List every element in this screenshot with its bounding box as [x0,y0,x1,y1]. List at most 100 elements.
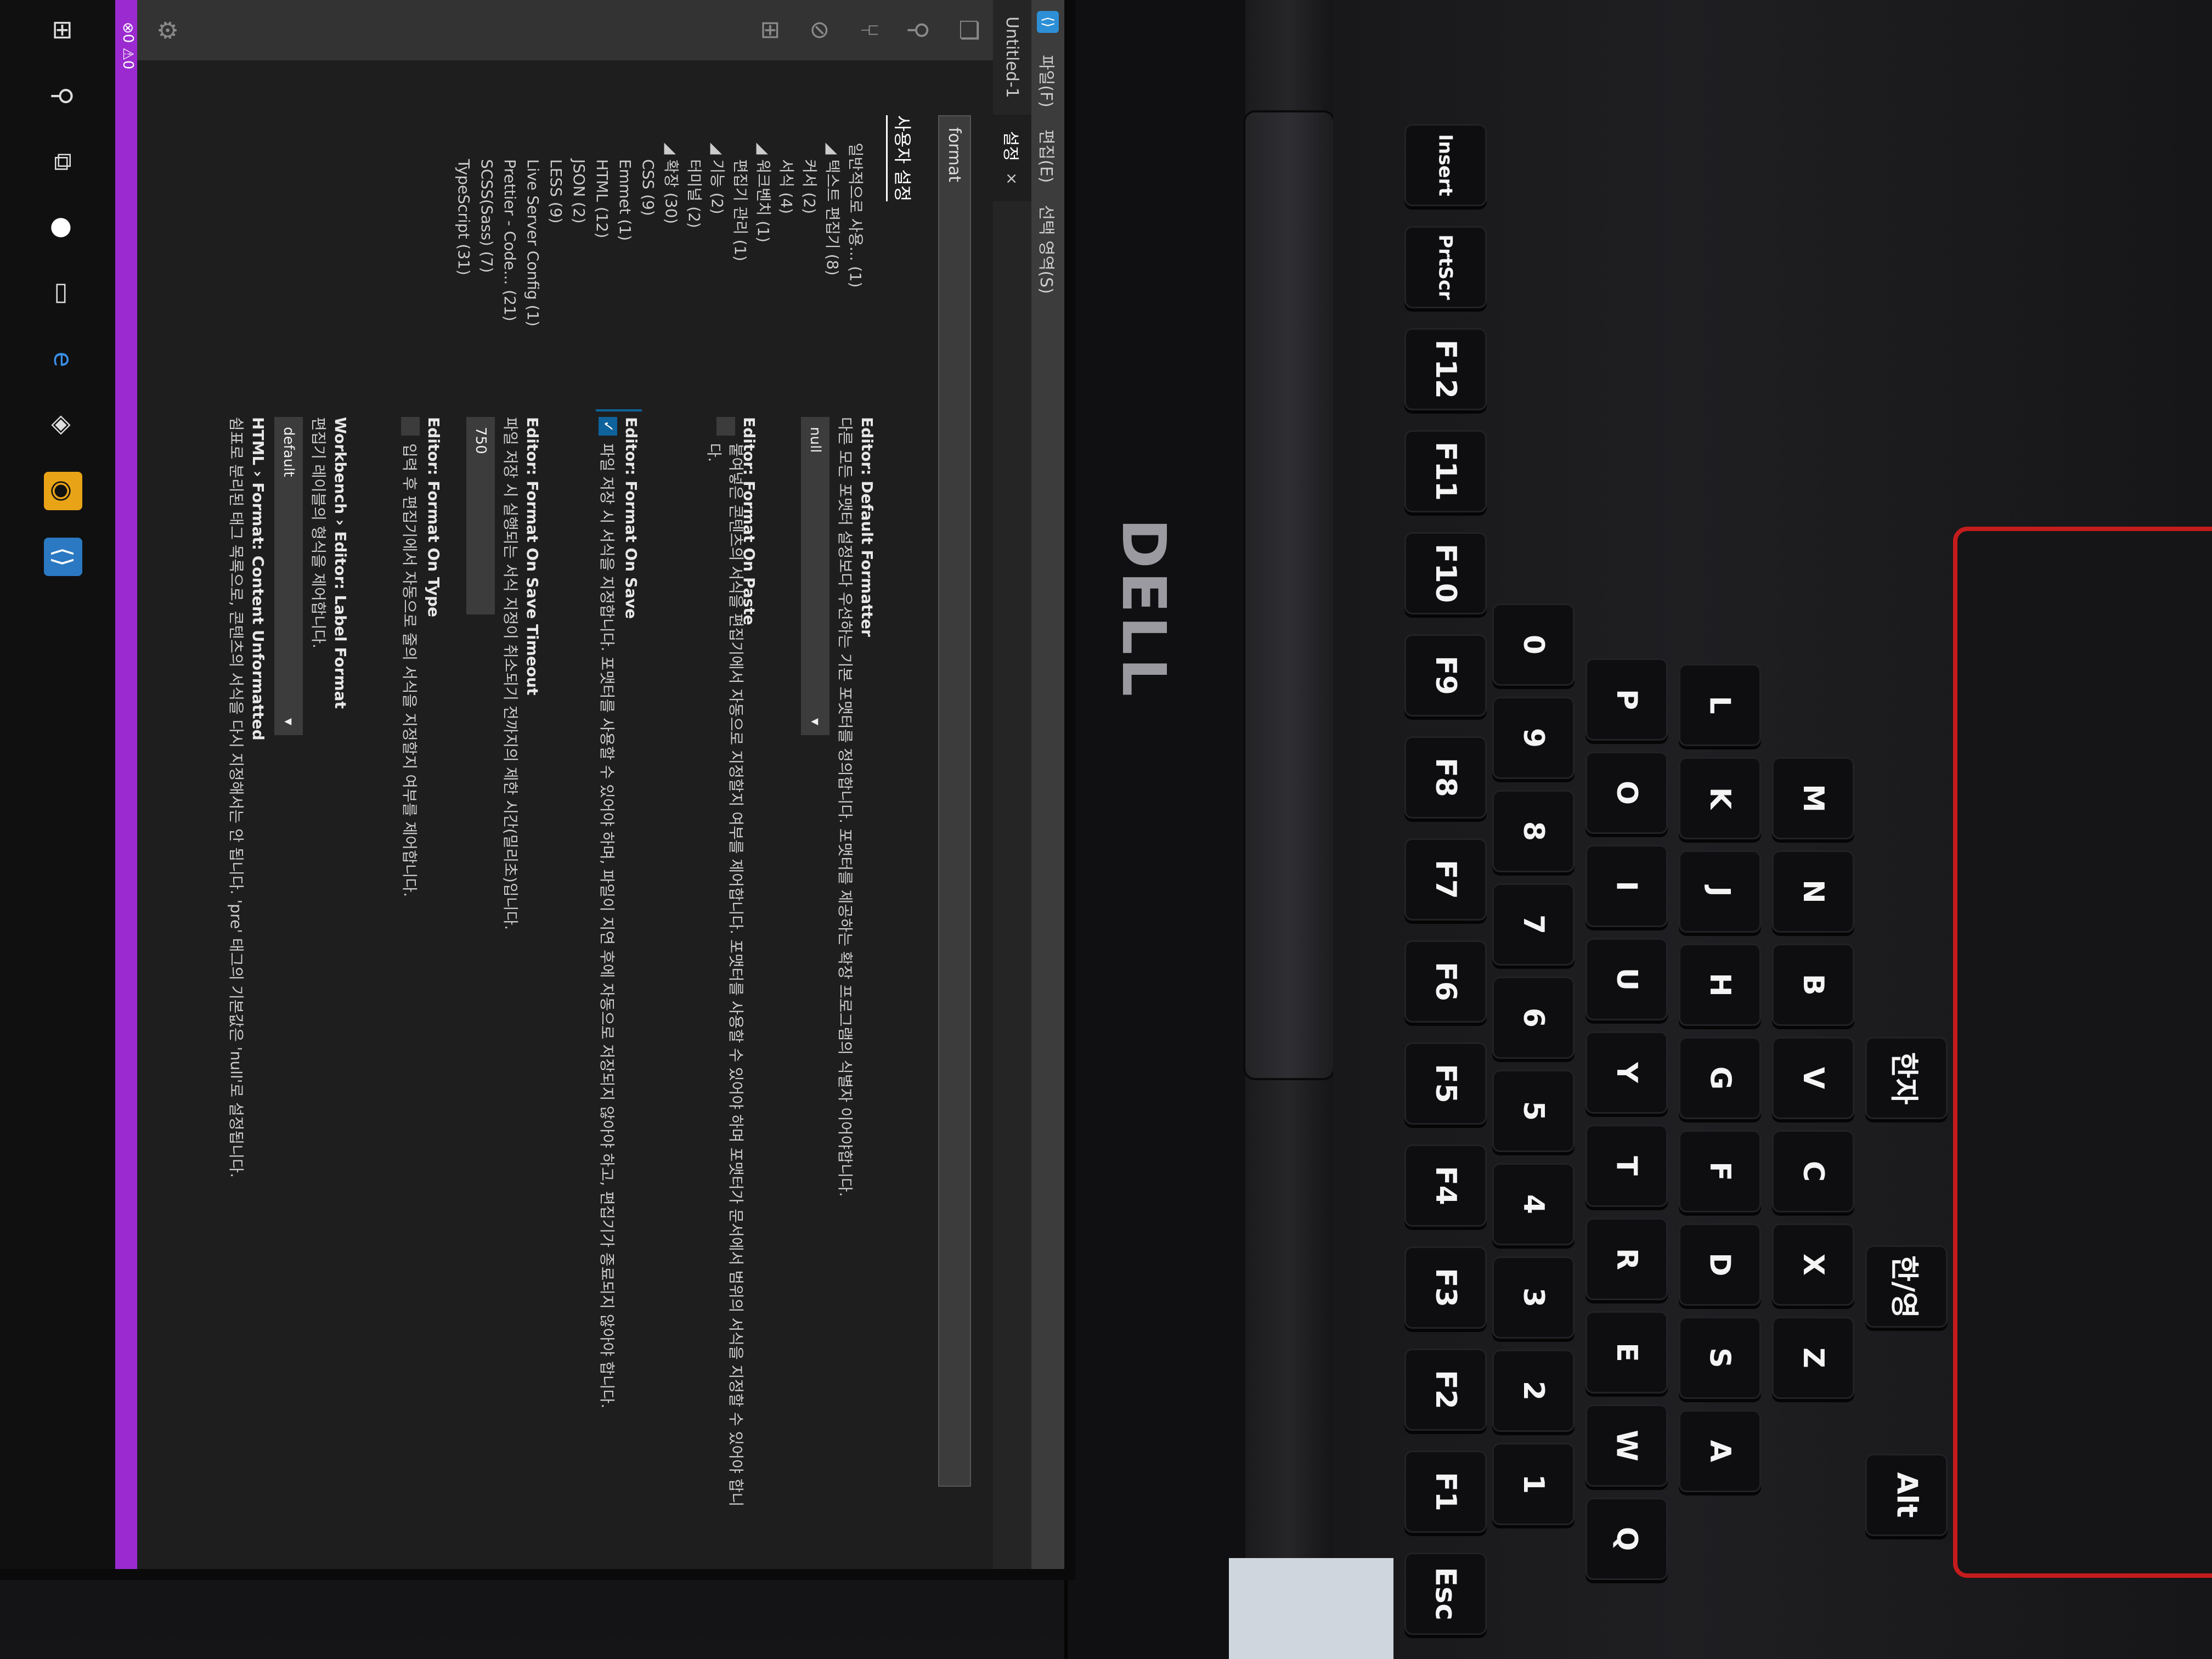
menu-file[interactable]: 파일(F) [1036,55,1060,108]
keyboard-key: Q [1585,1498,1668,1580]
key-label: J [1703,886,1736,897]
keyboard-key: T [1585,1125,1668,1207]
keyboard-key: F4 [1404,1144,1487,1227]
vscode-window: ⟨⟩ 파일(F) 편집(E) 선택 영역(S) Untitled-1 설정 × … [0,0,1064,1569]
keyboard-key: I [1585,845,1668,927]
close-icon[interactable]: × [1003,172,1022,185]
key-label: F4 [1429,1166,1462,1205]
keyboard-key: 9 [1492,697,1575,779]
toc-item[interactable]: 서식 (4) [775,126,798,379]
setting-checkbox[interactable] [716,417,735,436]
key-label: 8 [1517,821,1550,842]
tab-untitled-1[interactable]: Untitled-1 [993,0,1031,115]
keyboard-key: 4 [1492,1163,1575,1245]
tab-settings[interactable]: 설정 × [993,114,1031,202]
setting-dropdown[interactable]: null ▾ [801,417,830,735]
keyboard-key: O [1585,752,1668,834]
windows-start-icon[interactable]: ⊞ [44,11,82,49]
setting-title: Editor: Default Formatter [858,417,876,637]
keyboard-key: Y [1585,1031,1668,1114]
store-icon[interactable]: ◈ [44,406,82,444]
toc-item[interactable]: JSON (2) [567,126,590,379]
toc-item[interactable]: Live Server Config (1) [521,126,544,379]
keyboard-key: L [1679,664,1761,746]
key-label: Esc [1429,1567,1462,1621]
keyboard-key: U [1585,938,1668,1020]
toc-item[interactable]: 커서 (2) [798,126,821,379]
setting-item: Editor: Format On Save Timeout 파일 저장 시 실행… [466,417,543,1514]
key-label: F8 [1429,758,1462,797]
key-label: F5 [1429,1064,1462,1103]
key-label: Insert [1435,134,1457,196]
search-icon[interactable]: ⚲ [905,16,933,44]
menu-edit[interactable]: 편집(E) [1036,129,1060,183]
toc-item[interactable]: 편집기 관리 (1) [729,126,752,379]
setting-checkbox[interactable] [401,417,420,436]
setting-item: Editor: Format On Save ✓ 파일 저장 시 서식을 지정합니다… [596,409,642,1514]
status-problems[interactable]: ⊗0 ⚠0 [120,22,136,69]
keyboard-key: G [1679,1037,1761,1119]
taskbar-search-icon[interactable]: ⚲ [44,77,82,115]
toc-item[interactable]: Prettier - Code... (21) [498,126,521,379]
task-view-icon[interactable]: ⧉ [44,143,82,181]
toc-item[interactable]: SCSS(Sass) (7) [475,126,498,379]
keyboard-key: D [1679,1223,1761,1306]
toc-item[interactable]: ◢ 확장 (30) [659,126,682,379]
key-label: H [1703,973,1736,997]
key-label: F [1703,1161,1736,1181]
explorer-icon[interactable]: ❐ [955,16,983,44]
keyboard-key: 3 [1492,1256,1575,1339]
toc-item[interactable]: ◢ 기능 (2) [706,126,729,379]
extensions-icon[interactable]: ⊞ [757,16,785,44]
keyboard-key: Z [1772,1317,1854,1399]
gear-icon[interactable]: ⚙ [154,16,182,44]
chrome-icon[interactable]: ● [44,208,82,247]
keyboard-key: 한자 [1865,1037,1948,1119]
toc-item[interactable]: HTML (12) [590,126,613,379]
toc-item[interactable]: ◢ 워크벤치 (1) [752,126,775,379]
key-label: D [1703,1252,1736,1277]
keyboard-key: Esc [1404,1553,1487,1635]
source-control-icon[interactable]: ⑂ [856,16,884,44]
debug-icon[interactable]: ⊘ [806,16,834,44]
key-label: M [1797,784,1830,812]
file-explorer-icon[interactable]: ▭ [44,274,82,313]
key-label: F1 [1429,1472,1462,1511]
key-label: O [1610,780,1643,805]
key-label: Q [1610,1526,1643,1551]
setting-title: HTML › Format: Content Unformatted [249,417,267,741]
dell-logo: DELL [1109,518,1179,700]
edge-icon[interactable]: e [44,340,82,379]
toc-item[interactable]: 터미널 (2) [682,126,706,379]
keyboard-key: F10 [1404,532,1487,614]
key-label: Alt [1890,1472,1923,1518]
toc-item[interactable]: 일반적으로 사용... (1) [844,126,867,379]
tab-label: Untitled-1 [1002,16,1022,98]
keyboard-key: A [1679,1410,1761,1492]
toc-item[interactable]: Emmet (1) [613,126,636,379]
settings-search-input[interactable]: format [938,115,971,1487]
setting-item: HTML › Format: Content Unformatted 쉼표로 분리… [225,417,269,1514]
setting-dropdown[interactable]: default ▾ [274,417,303,735]
setting-item: Editor: Format On Type 입력 후 편집기에서 자동으로 줄의… [398,417,444,1514]
keyboard-key: C [1772,1130,1854,1212]
setting-description: 다른 모든 포맷터 설정보다 우선하는 기본 포맷터를 정의합니다. 포맷터를 … [836,417,854,1197]
keyboard-key: M [1772,757,1854,839]
toc-item[interactable]: CSS (9) [636,126,659,379]
key-label: W [1610,1430,1643,1462]
toc-item[interactable]: TypeScript (31) [452,126,475,379]
setting-checkbox[interactable]: ✓ [599,417,617,436]
keyboard-key: 한/영 [1865,1245,1948,1328]
keyboard-key: H [1679,944,1761,1026]
toc-item[interactable]: ◢ 텍스트 편집기 (8) [821,126,844,379]
toc-item[interactable]: LESS (9) [544,126,567,379]
vscode-taskbar-icon[interactable]: ⟨⟩ [44,538,82,576]
keyboard-key: N [1772,850,1854,933]
app-icon[interactable]: ◉ [44,472,82,510]
menu-selection[interactable]: 선택 영역(S) [1036,205,1060,294]
key-label: F11 [1429,442,1462,501]
settings-scope-tab[interactable]: 사용자 설정 [886,115,916,202]
setting-description: 편집기 레이블의 형식을 제어합니다. [309,417,328,649]
setting-number-input[interactable]: 750 [466,417,495,614]
key-label: P [1610,689,1643,710]
